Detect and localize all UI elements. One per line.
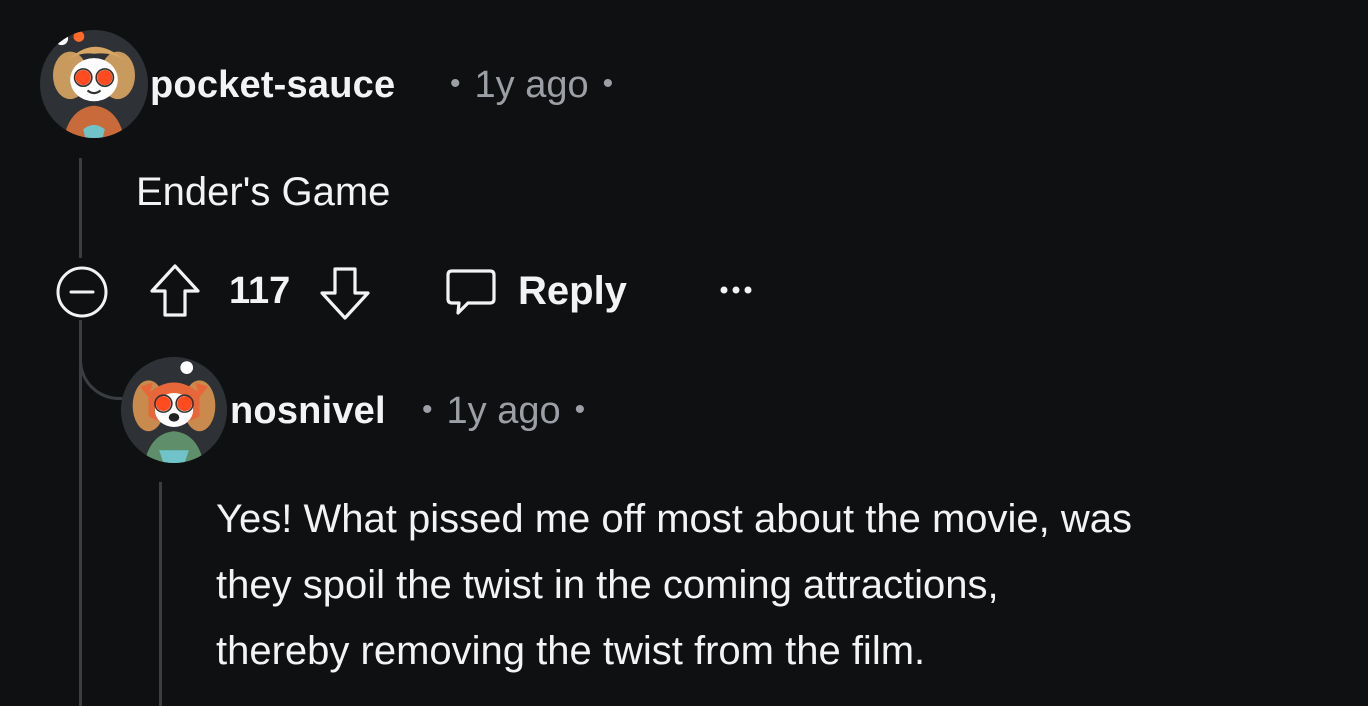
avatar-image <box>40 30 148 138</box>
vote-count: 117 <box>229 270 291 312</box>
comment-meta: • 1y ago • <box>408 390 599 433</box>
avatar[interactable] <box>40 30 148 138</box>
downvote-button[interactable] <box>318 264 372 322</box>
comment-body-line: they spoil the twist in the coming attra… <box>216 563 999 607</box>
meta-separator: • <box>602 67 614 100</box>
more-options-button[interactable] <box>714 274 758 304</box>
comment-body-line: thereby removing the twist from the film… <box>216 629 926 673</box>
thread-line-main[interactable] <box>79 158 82 258</box>
collapse-minus-icon <box>56 266 108 318</box>
thread-line-main-lower[interactable] <box>79 322 82 706</box>
comment-thread: pocket-sauce • 1y ago • Ender's Game 117 R… <box>0 0 1368 706</box>
comment-author[interactable]: pocket-sauce <box>150 64 395 107</box>
comment-bubble-icon <box>446 269 496 315</box>
comment-body: Ender's Game <box>136 170 391 214</box>
thread-branch-curve <box>79 320 127 400</box>
upvote-button[interactable] <box>148 262 202 320</box>
downvote-arrow-icon <box>320 267 370 320</box>
comment-timestamp[interactable]: 1y ago <box>475 64 589 106</box>
upvote-arrow-icon <box>150 264 200 317</box>
comment-body-line: Yes! What pissed me off most about the m… <box>216 497 1133 541</box>
collapse-button[interactable] <box>54 264 110 320</box>
comment-timestamp[interactable]: 1y ago <box>447 390 561 432</box>
avatar-image <box>121 357 227 463</box>
avatar[interactable] <box>121 357 227 463</box>
comment-meta: • 1y ago • <box>436 64 627 107</box>
reply-label[interactable]: Reply <box>518 269 627 314</box>
meta-separator: • <box>450 67 461 100</box>
more-options-icon <box>720 286 752 294</box>
thread-line-reply[interactable] <box>159 482 162 706</box>
comment-author[interactable]: nosnivel <box>230 390 386 433</box>
meta-separator: • <box>422 393 433 426</box>
meta-separator: • <box>574 393 586 426</box>
comment-body: Yes! What pissed me off most about the m… <box>216 486 1132 684</box>
